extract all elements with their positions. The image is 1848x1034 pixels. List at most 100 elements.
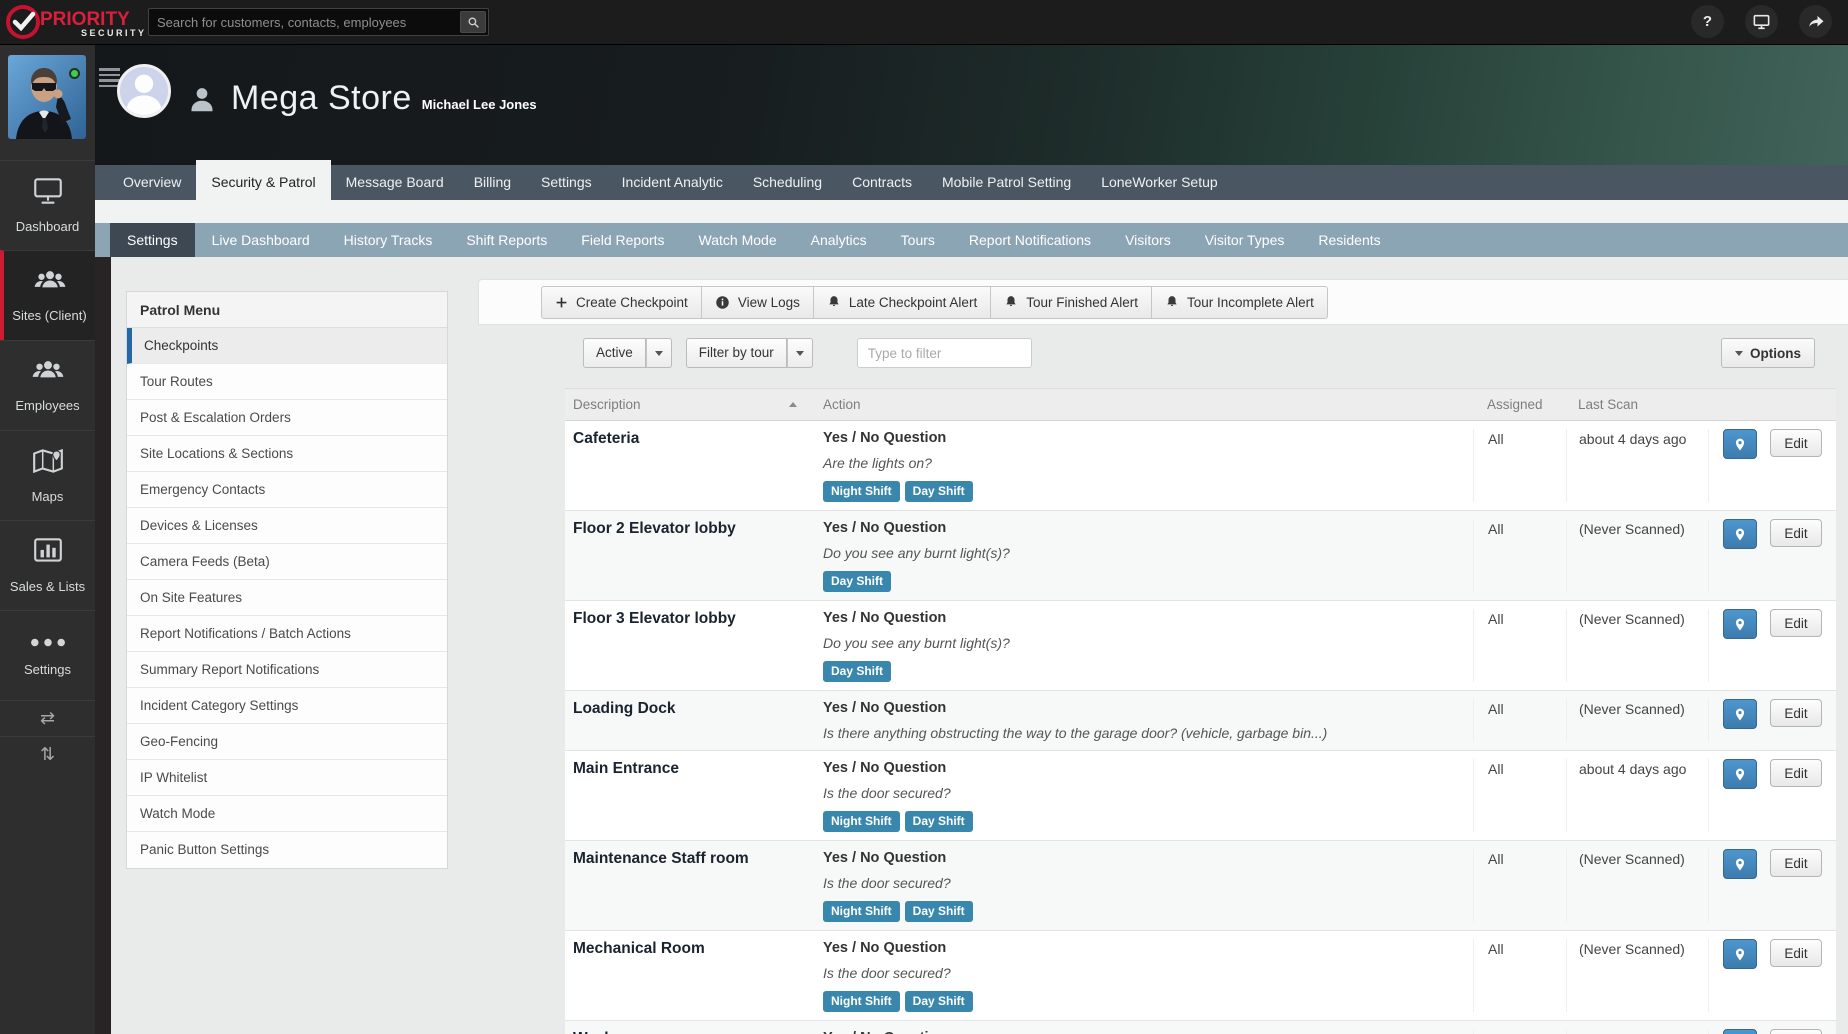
tour-finished-alert-button[interactable]: Tour Finished Alert bbox=[991, 285, 1153, 319]
tab-incident-analytic[interactable]: Incident Analytic bbox=[607, 165, 738, 200]
checkpoint-description: Loading Dock bbox=[573, 700, 676, 717]
swap-horizontal-icon[interactable]: ⇄ bbox=[0, 700, 95, 736]
menu-item-incident-category-settings[interactable]: Incident Category Settings bbox=[127, 688, 447, 724]
menu-item-on-site-features[interactable]: On Site Features bbox=[127, 580, 447, 616]
tab-billing[interactable]: Billing bbox=[459, 165, 526, 200]
subtab-visitor-types[interactable]: Visitor Types bbox=[1188, 223, 1302, 257]
options-button[interactable]: Options bbox=[1721, 338, 1815, 368]
map-pin-button[interactable] bbox=[1723, 759, 1757, 789]
edit-button[interactable]: Edit bbox=[1770, 519, 1822, 547]
text-filter-input[interactable] bbox=[856, 338, 1032, 368]
assigned-value: All bbox=[1473, 609, 1566, 682]
edit-button[interactable]: Edit bbox=[1770, 699, 1822, 727]
share-button[interactable] bbox=[1799, 5, 1832, 38]
sidebar-item-label: Sales & Lists bbox=[9, 579, 86, 594]
edit-button[interactable]: Edit bbox=[1770, 939, 1822, 967]
sidebar-item-sales-lists[interactable]: Sales & Lists bbox=[0, 520, 95, 610]
edit-button[interactable]: Edit bbox=[1770, 429, 1822, 457]
user-photo[interactable] bbox=[8, 55, 86, 139]
edit-button[interactable]: Edit bbox=[1770, 609, 1822, 637]
subtab-history-tracks[interactable]: History Tracks bbox=[327, 223, 450, 257]
subtab-analytics[interactable]: Analytics bbox=[794, 223, 884, 257]
tab-message-board[interactable]: Message Board bbox=[331, 165, 459, 200]
last-scan-value: (Never Scanned) bbox=[1566, 939, 1708, 1012]
patrol-menu-panel: Patrol Menu Checkpoints Tour Routes Post… bbox=[126, 291, 448, 869]
logo-text-1: PRIORITY bbox=[40, 9, 130, 30]
sort-vertical-icon[interactable]: ⇅ bbox=[0, 736, 95, 772]
late-checkpoint-alert-button[interactable]: Late Checkpoint Alert bbox=[813, 285, 992, 319]
tab-loneworker-setup[interactable]: LoneWorker Setup bbox=[1086, 165, 1232, 200]
menu-item-panic-button-settings[interactable]: Panic Button Settings bbox=[127, 832, 447, 868]
tab-settings[interactable]: Settings bbox=[526, 165, 607, 200]
subtab-residents[interactable]: Residents bbox=[1301, 223, 1397, 257]
subtab-shift-reports[interactable]: Shift Reports bbox=[449, 223, 564, 257]
subtab-visitors[interactable]: Visitors bbox=[1108, 223, 1188, 257]
map-pin-button[interactable] bbox=[1723, 939, 1757, 969]
menu-item-site-locations-sections[interactable]: Site Locations & Sections bbox=[127, 436, 447, 472]
help-button[interactable]: ? bbox=[1691, 5, 1724, 38]
menu-item-report-notifications-batch[interactable]: Report Notifications / Batch Actions bbox=[127, 616, 447, 652]
map-pin-button[interactable] bbox=[1723, 1029, 1757, 1034]
tab-contracts[interactable]: Contracts bbox=[837, 165, 927, 200]
sidebar-item-label: Settings bbox=[24, 661, 71, 677]
table-row: Mechanical Room Yes / No Question Is the… bbox=[565, 931, 1836, 1021]
app-screen: PRIORITY SECURITY ? bbox=[0, 0, 1848, 1034]
map-pin-button[interactable] bbox=[1723, 699, 1757, 729]
subtab-tours[interactable]: Tours bbox=[884, 223, 952, 257]
sidebar-item-settings[interactable]: Settings bbox=[0, 610, 95, 700]
sidebar-item-dashboard[interactable]: Dashboard bbox=[0, 160, 95, 250]
sidebar-item-label: Dashboard bbox=[15, 219, 80, 234]
create-checkpoint-button[interactable]: Create Checkpoint bbox=[541, 285, 702, 319]
tour-filter-dropdown[interactable]: Filter by tour bbox=[685, 338, 813, 368]
action-type: Yes / No Question bbox=[823, 610, 947, 626]
menu-item-ip-whitelist[interactable]: IP Whitelist bbox=[127, 760, 447, 796]
map-pin-button[interactable] bbox=[1723, 429, 1757, 459]
sidebar-item-sites-client[interactable]: Sites (Client) bbox=[0, 250, 95, 340]
subtab-settings[interactable]: Settings bbox=[110, 223, 195, 257]
map-pin-icon bbox=[1735, 618, 1745, 630]
map-pin-button[interactable] bbox=[1723, 609, 1757, 639]
menu-item-checkpoints[interactable]: Checkpoints bbox=[127, 328, 447, 364]
subtab-report-notifications[interactable]: Report Notifications bbox=[952, 223, 1108, 257]
edit-button[interactable]: Edit bbox=[1770, 1029, 1822, 1034]
tab-mobile-patrol-setting[interactable]: Mobile Patrol Setting bbox=[927, 165, 1086, 200]
client-avatar[interactable] bbox=[117, 64, 171, 118]
menu-item-camera-feeds[interactable]: Camera Feeds (Beta) bbox=[127, 544, 447, 580]
map-pin-button[interactable] bbox=[1723, 849, 1757, 879]
column-header-description[interactable]: Description bbox=[565, 397, 823, 412]
tab-scheduling[interactable]: Scheduling bbox=[738, 165, 837, 200]
menu-item-tour-routes[interactable]: Tour Routes bbox=[127, 364, 447, 400]
tour-incomplete-alert-button[interactable]: Tour Incomplete Alert bbox=[1152, 285, 1328, 319]
subtab-live-dashboard[interactable]: Live Dashboard bbox=[195, 223, 327, 257]
menu-item-watch-mode[interactable]: Watch Mode bbox=[127, 796, 447, 832]
shift-badge: Day Shift bbox=[823, 661, 892, 682]
view-logs-button[interactable]: View Logs bbox=[701, 285, 814, 319]
menu-item-post-escalation-orders[interactable]: Post & Escalation Orders bbox=[127, 400, 447, 436]
menu-item-devices-licenses[interactable]: Devices & Licenses bbox=[127, 508, 447, 544]
table-row: Floor 2 Elevator lobby Yes / No Question… bbox=[565, 511, 1836, 601]
menu-item-emergency-contacts[interactable]: Emergency Contacts bbox=[127, 472, 447, 508]
bell-icon bbox=[1167, 296, 1177, 307]
edit-button[interactable]: Edit bbox=[1770, 849, 1822, 877]
column-header-assigned: Assigned bbox=[1487, 397, 1543, 412]
menu-item-geo-fencing[interactable]: Geo-Fencing bbox=[127, 724, 447, 760]
subtab-field-reports[interactable]: Field Reports bbox=[564, 223, 681, 257]
edit-button[interactable]: Edit bbox=[1770, 759, 1822, 787]
status-filter-dropdown[interactable]: Active bbox=[583, 338, 672, 368]
search-button[interactable] bbox=[460, 11, 486, 33]
monitor-button[interactable] bbox=[1745, 5, 1778, 38]
sidebar-item-employees[interactable]: Employees bbox=[0, 340, 95, 430]
sidebar-item-maps[interactable]: Maps bbox=[0, 430, 95, 520]
client-header: Mega Store Michael Lee Jones bbox=[95, 45, 1848, 165]
tab-security-patrol[interactable]: Security & Patrol bbox=[196, 160, 331, 200]
subtab-watch-mode[interactable]: Watch Mode bbox=[682, 223, 794, 257]
search-input[interactable] bbox=[149, 14, 460, 30]
column-header-action: Action bbox=[823, 397, 861, 412]
assigned-value: All bbox=[1473, 429, 1566, 502]
action-question: Are the lights on? bbox=[823, 455, 932, 471]
bell-icon bbox=[829, 296, 839, 307]
tab-overview[interactable]: Overview bbox=[108, 165, 196, 200]
map-pin-button[interactable] bbox=[1723, 519, 1757, 549]
menu-item-summary-report-notifications[interactable]: Summary Report Notifications bbox=[127, 652, 447, 688]
question-mark-icon: ? bbox=[1702, 13, 1713, 30]
